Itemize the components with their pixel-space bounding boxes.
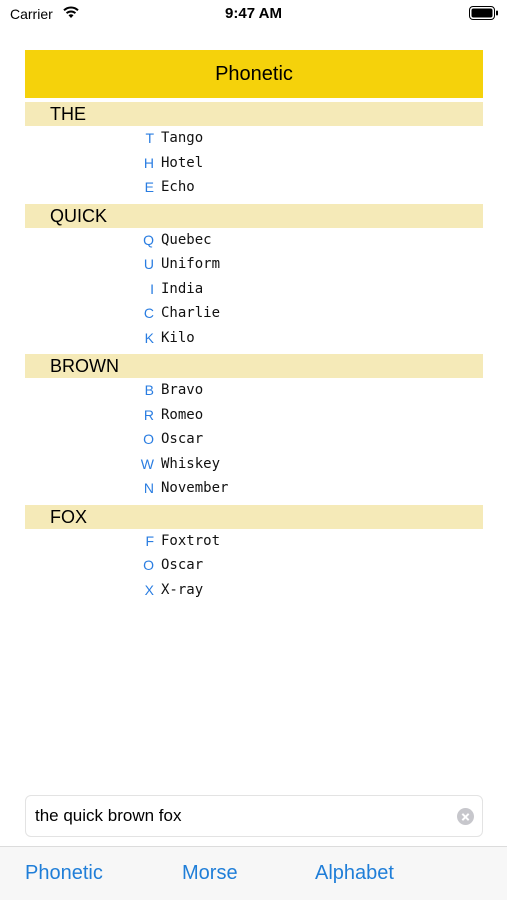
letter-row: I India (25, 277, 483, 302)
tab-bar: Phonetic Morse Alphabet (0, 846, 507, 900)
letter-row: O Oscar (25, 553, 483, 578)
letter-label: E (144, 179, 154, 196)
letter-label: T (145, 130, 154, 147)
letter-row: W Whiskey (25, 452, 483, 477)
letter-label: H (143, 154, 154, 171)
letter-label: K (144, 329, 154, 346)
letter-label: B (144, 382, 154, 399)
word-section-the: THE T Tango H Hotel E Echo (25, 102, 483, 200)
phonetic-card: Phonetic THE T Tango H Hotel E Echo QUICK Q… (25, 50, 483, 602)
letter-row: T Tango (25, 126, 483, 151)
word-header: FOX (25, 504, 483, 529)
code-word: Uniform (161, 256, 221, 273)
tab-morse[interactable]: Morse (182, 862, 238, 885)
letter-label: I (150, 280, 154, 297)
letter-label: W (140, 455, 154, 472)
letter-row: H Hotel (25, 151, 483, 176)
letter-label: Q (143, 231, 154, 248)
word-header: QUICK (25, 203, 483, 228)
tab-alphabet[interactable]: Alphabet (315, 862, 394, 885)
code-word: November (161, 480, 229, 497)
word-section-brown: BROWN B Bravo R Romeo O Oscar W Whiskey N Nov… (25, 354, 483, 501)
code-word: Foxtrot (161, 532, 221, 549)
code-word: India (161, 280, 204, 297)
letter-row: X X-ray (25, 578, 483, 603)
letter-row: N November (25, 476, 483, 501)
code-word: X-ray (161, 581, 204, 598)
code-word: Charlie (161, 305, 221, 322)
letter-row: F Foxtrot (25, 529, 483, 554)
status-time: 9:47 AM (225, 5, 282, 22)
letter-label: C (143, 305, 154, 322)
letter-label: O (143, 557, 154, 574)
phrase-input[interactable]: the quick brown fox (25, 795, 483, 837)
code-word: Oscar (161, 431, 204, 448)
letter-row: B Bravo (25, 378, 483, 403)
letter-row: U Uniform (25, 252, 483, 277)
letter-label: R (143, 406, 154, 423)
phrase-input-value[interactable]: the quick brown fox (35, 806, 181, 826)
word-header: THE (25, 102, 483, 126)
tab-phonetic[interactable]: Phonetic (25, 862, 103, 885)
word-section-fox: FOX F Foxtrot O Oscar X X-ray (25, 504, 483, 603)
code-word: Bravo (161, 382, 204, 399)
letter-row: C Charlie (25, 301, 483, 326)
code-word: Whiskey (161, 455, 221, 472)
letter-label: N (143, 480, 154, 497)
code-word: Echo (161, 179, 195, 196)
code-word: Hotel (161, 154, 204, 171)
status-bar: Carrier 9:47 AM (0, 0, 507, 30)
word-section-quick: QUICK Q Quebec U Uniform I India C Charlie K… (25, 203, 483, 351)
code-word: Romeo (161, 406, 204, 423)
letter-label: U (143, 256, 154, 273)
code-word: Kilo (161, 329, 195, 346)
word-header: BROWN (25, 354, 483, 378)
clear-icon[interactable] (457, 808, 474, 825)
page-title: Phonetic (25, 50, 483, 98)
letter-label: X (144, 581, 154, 598)
code-word: Oscar (161, 557, 204, 574)
letter-row: Q Quebec (25, 228, 483, 253)
letter-row: R Romeo (25, 403, 483, 428)
battery-icon (469, 6, 498, 20)
letter-label: O (143, 431, 154, 448)
code-word: Tango (161, 130, 204, 147)
letter-row: K Kilo (25, 326, 483, 351)
letter-label: F (145, 532, 154, 549)
code-word: Quebec (161, 231, 212, 248)
letter-row: O Oscar (25, 427, 483, 452)
letter-row: E Echo (25, 175, 483, 200)
